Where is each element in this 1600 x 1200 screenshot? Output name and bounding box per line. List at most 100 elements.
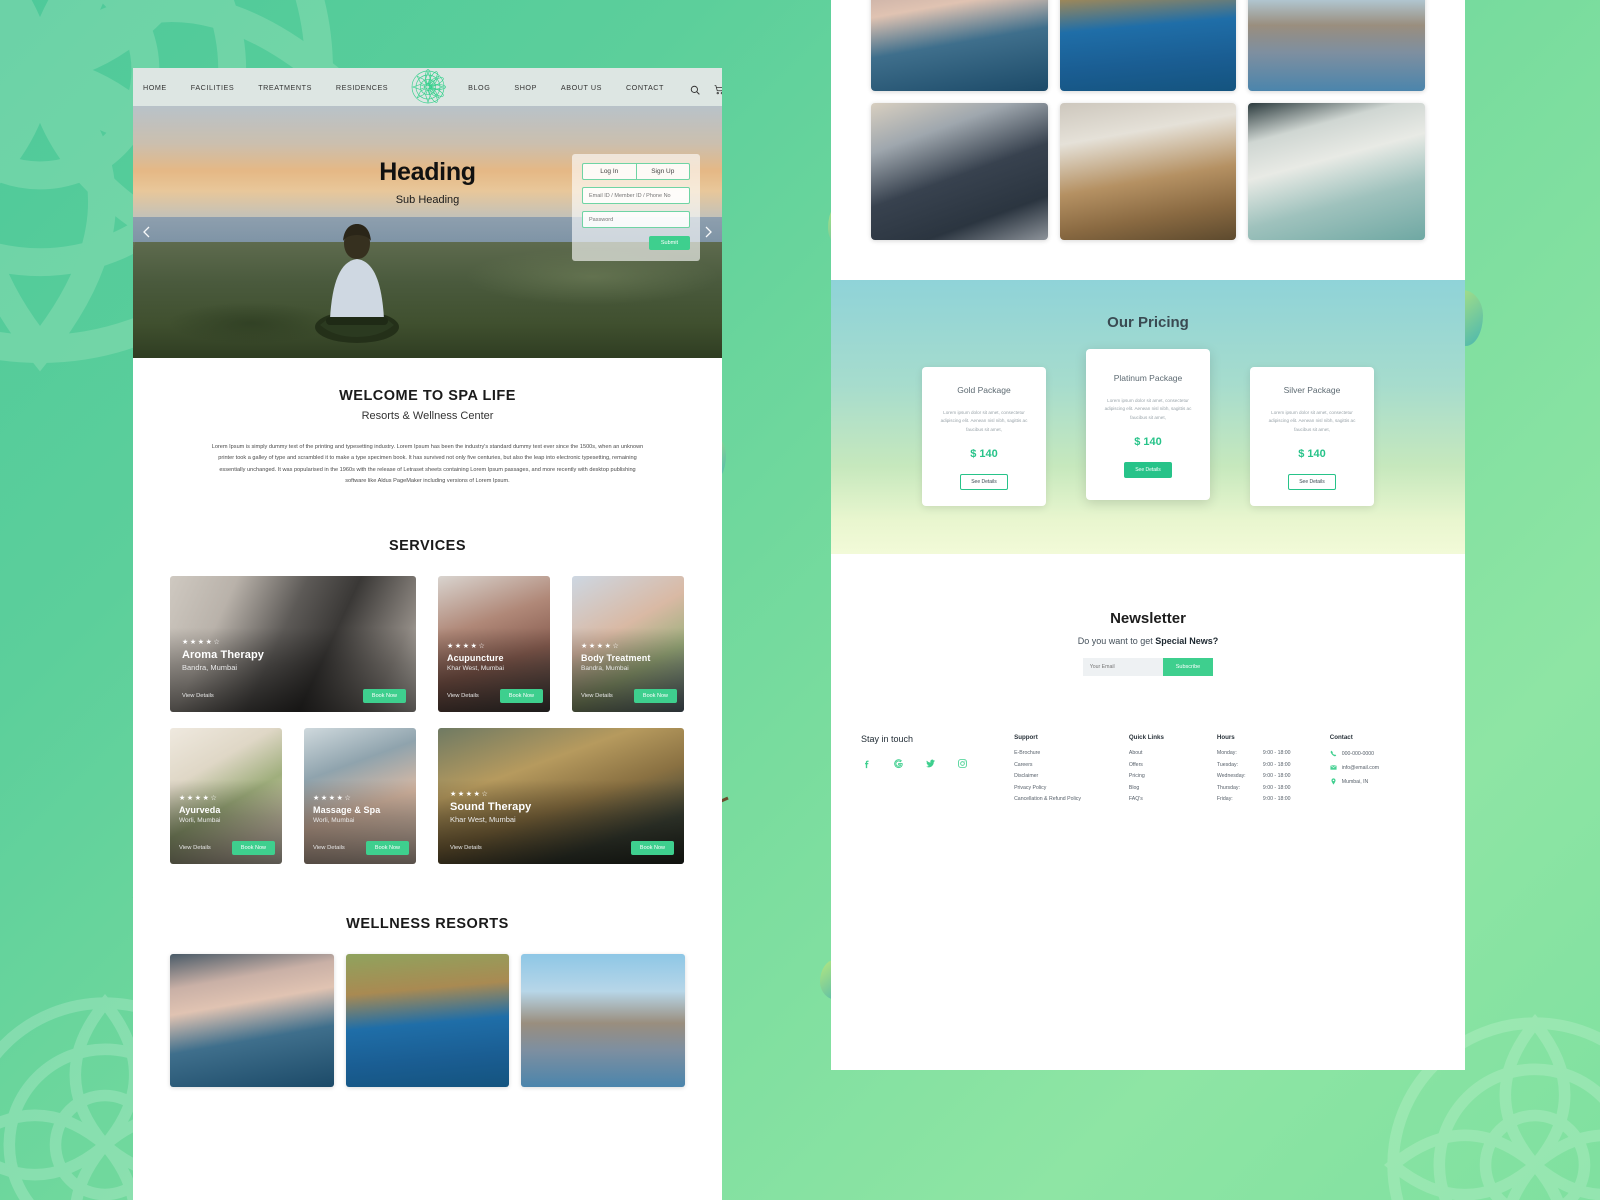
rating-stars: ★★★★☆ (581, 642, 621, 650)
nav-link-contact[interactable]: CONTACT (614, 83, 676, 92)
google-plus-icon[interactable] (893, 758, 904, 769)
service-card-body-treatment[interactable]: ★★★★☆ Body Treatment Bandra, Mumbai View… (572, 575, 684, 712)
see-details-button[interactable]: See Details (960, 474, 1008, 491)
contact-email-row[interactable]: info@email.com (1330, 764, 1435, 771)
view-details-link[interactable]: View Details (581, 693, 613, 699)
book-now-button[interactable]: Book Now (633, 688, 677, 703)
hours-row-tuesday: Tuesday: 9:00 - 18:00 (1217, 762, 1330, 768)
service-location: Bandra, Mumbai (182, 662, 238, 672)
welcome-subtitle: Resorts & Wellness Center (361, 410, 494, 422)
book-now-button[interactable]: Book Now (499, 688, 543, 703)
support-link-disclaimer[interactable]: Disclaimer (1014, 773, 1129, 779)
pricing-card-platinum[interactable]: Platinum Package Lorem ipsum dolor sit a… (1086, 349, 1210, 501)
submit-button[interactable]: Submit (648, 236, 690, 250)
contact-address-row[interactable]: Mumbai, IN (1330, 778, 1435, 786)
package-name: Platinum Package (1113, 373, 1183, 383)
hours-row-friday: Friday: 9:00 - 18:00 (1217, 796, 1330, 802)
services-title: SERVICES (388, 537, 467, 554)
view-details-link[interactable]: View Details (182, 693, 214, 699)
quick-link-blog[interactable]: Blog (1129, 785, 1217, 791)
package-desc: Lorem ipsum dolor sit amet, consectetur … (940, 410, 1028, 432)
book-now-button[interactable]: Book Now (630, 840, 674, 855)
package-price: $ 140 (970, 448, 998, 461)
support-heading: Support (1014, 734, 1038, 742)
service-location: Bandra, Mumbai (581, 664, 629, 672)
rating-stars: ★★★★☆ (182, 638, 222, 646)
poolside-loungers-image[interactable] (521, 953, 685, 1087)
welcome-section: WELCOME TO SPA LIFE Resorts & Wellness C… (133, 358, 722, 488)
nav-link-blog[interactable]: BLOG (456, 83, 502, 92)
book-now-button[interactable]: Book Now (365, 840, 409, 855)
view-details-link[interactable]: View Details (447, 693, 479, 699)
nav-link-treatments[interactable]: TREATMENTS (246, 83, 324, 92)
view-details-link[interactable]: View Details (179, 845, 211, 851)
services-section: SERVICES ★★★★☆ Aroma Therapy Bandra, Mum… (133, 488, 722, 864)
book-now-button[interactable]: Book Now (362, 688, 406, 703)
tab-sign-up[interactable]: Sign Up (635, 164, 690, 179)
quick-link-about[interactable]: About (1129, 750, 1217, 756)
nav-link-residences[interactable]: RESIDENCES (324, 83, 400, 92)
quick-link-offers[interactable]: Offers (1129, 762, 1217, 768)
see-details-button[interactable]: See Details (1124, 462, 1172, 479)
quick-link-faqs[interactable]: FAQ's (1129, 796, 1217, 802)
subscribe-button[interactable]: Subscribe (1162, 658, 1214, 677)
thatched-hut-pool-image[interactable] (1059, 0, 1237, 91)
cart-icon[interactable] (714, 82, 722, 95)
service-card-acupuncture[interactable]: ★★★★☆ Acupuncture Khar West, Mumbai View… (438, 575, 550, 712)
contact-email: info@email.com (1341, 764, 1380, 771)
email-id-input[interactable] (582, 187, 690, 204)
service-card-sound-therapy[interactable]: ★★★★☆ Sound Therapy Khar West, Mumbai Vi… (438, 727, 684, 864)
view-details-link[interactable]: View Details (450, 845, 482, 851)
nav-link-shop[interactable]: SHOP (502, 83, 549, 92)
newsletter-question: Do you want to get Special News? (831, 636, 1465, 646)
instagram-icon[interactable] (957, 758, 968, 769)
jacuzzi-room-image[interactable] (1059, 103, 1237, 240)
view-details-link[interactable]: View Details (313, 845, 345, 851)
carousel-next-arrow[interactable] (700, 224, 716, 240)
pricing-card-gold[interactable]: Gold Package Lorem ipsum dolor sit amet,… (922, 367, 1046, 507)
nav-link-about-us[interactable]: ABOUT US (549, 83, 614, 92)
see-details-button[interactable]: See Details (1288, 474, 1336, 491)
password-input[interactable] (582, 211, 690, 228)
infinity-pool-sunset-image[interactable] (871, 0, 1048, 91)
support-link-e-brochure[interactable]: E-Brochure (1014, 750, 1129, 756)
support-link-privacy-policy[interactable]: Privacy Policy (1014, 785, 1129, 791)
thatched-hut-pool-image[interactable] (345, 953, 510, 1087)
newsletter-form: Subscribe (1082, 658, 1214, 677)
resorts-image-grid-row-1 (831, 0, 1465, 91)
hero-carousel: Heading Sub Heading Log In Sign Up Submi… (133, 106, 722, 358)
nav-link-home[interactable]: HOME (133, 83, 179, 92)
nav-icon-group (690, 82, 722, 95)
service-card-massage-spa[interactable]: ★★★★☆ Massage & Spa Worli, Mumbai View D… (304, 727, 416, 864)
mandala-logo[interactable] (408, 68, 448, 107)
hours-time: 9:00 - 18:00 (1262, 750, 1291, 757)
infinity-pool-sunset-image[interactable] (170, 953, 334, 1087)
support-link-careers[interactable]: Careers (1014, 762, 1129, 768)
footer-hours-column: Hours Monday: 9:00 - 18:00 Tuesday: 9:00… (1217, 734, 1330, 808)
contact-phone-row[interactable]: 000-000-0000 (1330, 750, 1435, 757)
newsletter-question-prefix: Do you want to get (1077, 636, 1156, 647)
twitter-icon[interactable] (925, 758, 936, 769)
book-now-button[interactable]: Book Now (231, 840, 275, 855)
package-price: $ 140 (1298, 448, 1326, 461)
contact-list: 000-000-0000 info@email.com Mumbai, IN (1330, 750, 1435, 786)
support-link-cancellation-refund-policy[interactable]: Cancellation & Refund Policy (1014, 796, 1129, 802)
nav-link-facilities[interactable]: FACILITIES (179, 83, 246, 92)
newsletter-section: Newsletter Do you want to get Special Ne… (831, 554, 1465, 696)
rating-stars: ★★★★☆ (447, 642, 487, 650)
search-icon[interactable] (690, 82, 700, 95)
poolside-loungers-image[interactable] (1248, 0, 1425, 91)
rating-stars: ★★★★☆ (313, 794, 353, 802)
newsletter-email-input[interactable] (1082, 658, 1163, 677)
service-card-aroma-therapy[interactable]: ★★★★☆ Aroma Therapy Bandra, Mumbai View … (170, 575, 416, 712)
facebook-icon[interactable] (861, 758, 872, 769)
tab-log-in[interactable]: Log In (583, 164, 636, 179)
carousel-prev-arrow[interactable] (139, 224, 155, 240)
service-card-ayurveda[interactable]: ★★★★☆ Ayurveda Worli, Mumbai View Detail… (170, 727, 282, 864)
service-location: Worli, Mumbai (313, 816, 355, 824)
pricing-card-silver[interactable]: Silver Package Lorem ipsum dolor sit ame… (1250, 367, 1374, 507)
service-name: Sound Therapy (450, 800, 532, 813)
quick-link-pricing[interactable]: Pricing (1129, 773, 1217, 779)
bathtub-towels-candle-image[interactable] (1248, 103, 1425, 240)
bathroom-shower-image[interactable] (871, 103, 1048, 240)
